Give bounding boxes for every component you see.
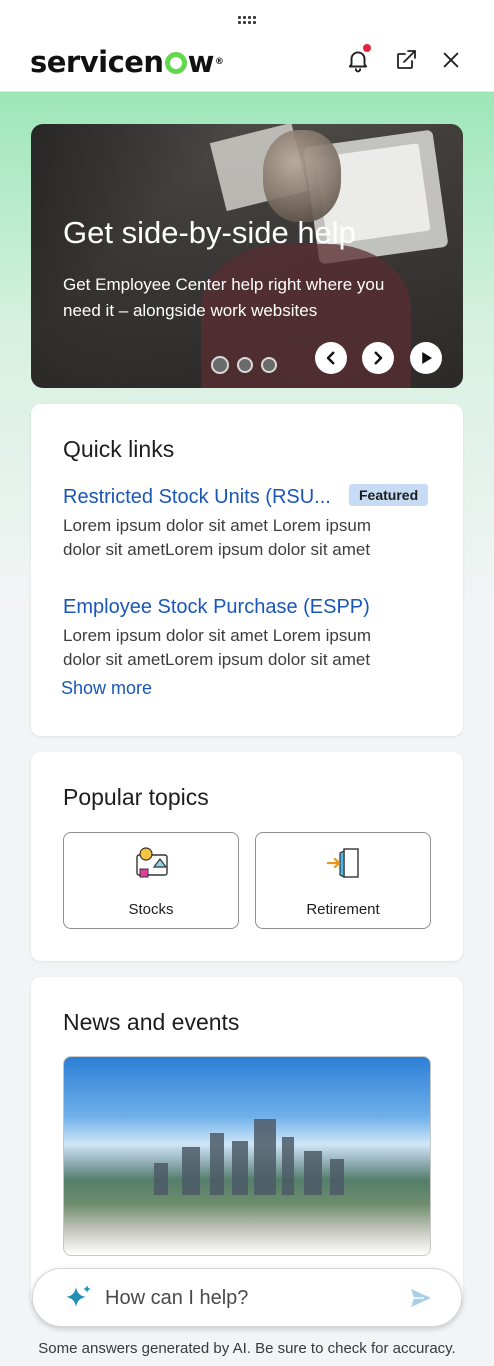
carousel-dot-2[interactable]	[237, 357, 253, 373]
servicenow-logo: servicen w®	[30, 45, 224, 79]
quick-links-heading: Quick links	[63, 436, 175, 462]
notification-dot	[363, 44, 371, 52]
quick-link-espp-description: Lorem ipsum dolor sit amet Lorem ipsum d…	[63, 626, 372, 669]
news-and-events-card: News and events	[31, 977, 463, 1307]
send-icon[interactable]	[409, 1287, 433, 1309]
external-link-icon	[397, 50, 416, 69]
chevron-right-icon	[374, 351, 383, 365]
carousel-play-button[interactable]	[410, 342, 442, 374]
top-bar: servicen w®	[0, 0, 494, 92]
assistant-input-bar	[32, 1268, 462, 1327]
retirement-door-icon	[326, 848, 359, 878]
quick-link-espp[interactable]: Employee Stock Purchase (ESPP)	[63, 596, 370, 619]
assistant-input[interactable]	[105, 1279, 395, 1317]
carousel-dot-3[interactable]	[261, 357, 277, 373]
hero-carousel: Get side-by-side help Get Employee Cente…	[31, 124, 463, 388]
topic-label-stocks: Stocks	[128, 901, 174, 918]
quick-link-rsu[interactable]: Restricted Stock Units (RSU...	[63, 486, 331, 509]
close-button[interactable]	[433, 42, 469, 78]
topic-label-retirement: Retirement	[306, 901, 380, 918]
notifications-button[interactable]	[340, 42, 376, 78]
quick-links-card: Quick links Restricted Stock Units (RSU.…	[31, 404, 463, 736]
play-icon	[422, 352, 432, 364]
close-icon	[443, 52, 459, 68]
carousel-previous-button[interactable]	[315, 342, 347, 374]
hero-image-person	[263, 130, 341, 222]
quick-link-rsu-description: Lorem ipsum dolor sit amet Lorem ipsum d…	[63, 516, 372, 559]
stocks-icon	[136, 847, 168, 878]
drag-handle-icon[interactable]	[238, 16, 256, 24]
show-more-link[interactable]: Show more	[61, 678, 152, 699]
popular-topics-heading: Popular topics	[63, 784, 209, 810]
news-and-events-heading: News and events	[63, 1009, 240, 1035]
carousel-next-button[interactable]	[362, 342, 394, 374]
popular-topics-card: Popular topics Stocks Retirement	[31, 752, 463, 961]
topic-tile-retirement[interactable]: Retirement	[255, 832, 431, 929]
hero-subtitle: Get Employee Center help right where you…	[63, 275, 385, 320]
news-image-city-skyline[interactable]	[63, 1056, 431, 1256]
topic-tile-stocks[interactable]: Stocks	[63, 832, 239, 929]
chevron-left-icon	[326, 351, 335, 365]
hero-title: Get side-by-side help	[63, 215, 356, 250]
carousel-pagination	[211, 356, 277, 374]
ai-disclaimer: Some answers generated by AI. Be sure to…	[38, 1340, 456, 1357]
carousel-dot-1[interactable]	[211, 356, 229, 374]
featured-badge: Featured	[349, 484, 429, 506]
open-in-new-window-button[interactable]	[388, 42, 424, 78]
ai-sparkle-icon	[66, 1285, 91, 1307]
